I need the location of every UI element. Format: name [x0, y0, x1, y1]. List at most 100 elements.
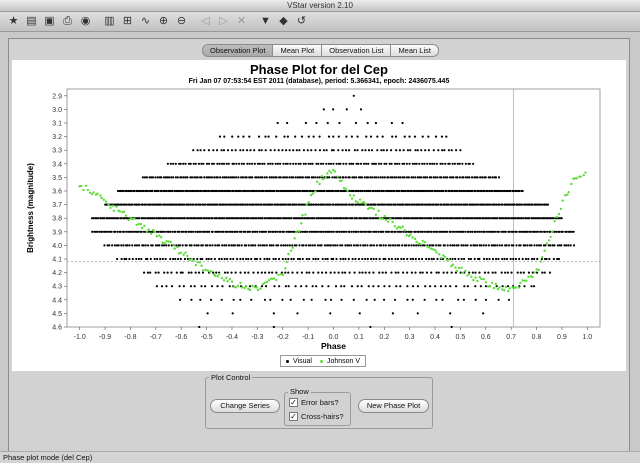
visual-point — [113, 230, 117, 233]
visual-point — [242, 135, 245, 138]
visual-point — [301, 257, 304, 261]
visual-point — [180, 176, 183, 179]
x-tick-label: 0.0 — [329, 334, 339, 341]
visual-point — [432, 244, 435, 247]
y-tick-label: 3.6 — [52, 189, 62, 196]
visual-point — [348, 271, 351, 274]
visual-point — [269, 149, 272, 152]
visual-point — [265, 257, 269, 261]
visual-point — [507, 244, 511, 247]
johnson-v-point — [234, 286, 238, 289]
visual-point — [304, 121, 308, 125]
visual-point — [451, 162, 454, 165]
visual-point — [165, 285, 168, 288]
visual-point — [240, 230, 243, 233]
johnson-v-point — [304, 213, 307, 216]
visual-point — [374, 203, 377, 206]
visual-point — [394, 230, 397, 233]
show-label: Show — [288, 387, 311, 396]
visual-point — [519, 271, 522, 274]
visual-point — [318, 135, 321, 138]
visual-point — [541, 271, 544, 274]
visual-point — [411, 162, 414, 165]
visual-point — [546, 203, 550, 206]
crosshairs-checkbox[interactable]: ✓ Cross-hairs? — [289, 412, 344, 421]
visual-point — [437, 203, 440, 206]
visual-point — [425, 271, 429, 274]
visual-point — [269, 162, 272, 165]
visual-point — [193, 244, 196, 247]
visual-point — [377, 203, 381, 206]
visual-point — [245, 176, 248, 179]
visual-point — [458, 176, 461, 179]
johnson-v-point — [567, 191, 570, 194]
visual-point — [181, 271, 184, 274]
visual-point — [113, 217, 117, 220]
visual-point — [390, 257, 394, 261]
new-phase-plot-button[interactable]: New Phase Plot — [358, 399, 429, 413]
johnson-v-point — [228, 277, 232, 281]
visual-point — [489, 176, 492, 179]
visual-point — [500, 244, 504, 247]
visual-point — [313, 244, 317, 247]
visual-point — [462, 230, 465, 233]
visual-point — [572, 230, 575, 233]
visual-point — [242, 149, 245, 152]
visual-point — [324, 298, 327, 301]
visual-point — [394, 244, 397, 247]
visual-point — [409, 257, 412, 261]
visual-point — [146, 271, 150, 274]
visual-point — [145, 176, 148, 179]
visual-point — [223, 257, 226, 261]
visual-point — [530, 285, 533, 288]
visual-point — [369, 230, 373, 233]
visual-point — [423, 162, 426, 165]
change-series-button[interactable]: Change Series — [210, 399, 280, 413]
visual-point — [454, 285, 458, 288]
johnson-v-point — [579, 175, 582, 178]
error-bars-checkbox[interactable]: ✓ Error bars? — [289, 398, 339, 407]
visual-point — [260, 271, 263, 274]
johnson-v-point — [326, 172, 329, 175]
johnson-v-point — [551, 230, 554, 233]
visual-point — [434, 285, 437, 288]
johnson-v-point — [555, 215, 559, 219]
visual-point — [200, 285, 203, 288]
visual-point — [366, 217, 369, 220]
visual-point — [383, 285, 386, 288]
visual-point — [414, 257, 417, 261]
visual-point — [479, 285, 482, 288]
johnson-v-point — [344, 187, 347, 191]
visual-point — [437, 271, 440, 274]
johnson-v-point — [517, 286, 520, 289]
visual-point — [327, 135, 331, 138]
visual-point — [364, 149, 367, 152]
x-tick-label: 0.8 — [532, 334, 542, 341]
visual-point — [469, 257, 473, 261]
visual-point — [569, 244, 572, 247]
visual-point — [333, 271, 336, 274]
visual-point — [390, 121, 393, 125]
visual-point — [388, 285, 391, 288]
visual-point — [509, 257, 512, 261]
johnson-v-point — [484, 281, 488, 284]
johnson-v-point — [333, 170, 337, 173]
visual-point — [339, 257, 342, 261]
visual-point — [199, 298, 202, 301]
visual-point — [408, 203, 411, 206]
johnson-v-point — [145, 230, 148, 233]
johnson-v-point — [194, 263, 198, 267]
visual-point — [210, 285, 214, 288]
visual-point — [146, 257, 149, 261]
visual-point — [399, 176, 402, 179]
visual-point — [168, 230, 172, 233]
johnson-v-point — [236, 284, 240, 288]
johnson-v-point — [575, 177, 579, 180]
visual-point — [531, 203, 534, 206]
visual-point — [558, 230, 561, 233]
visual-point — [245, 149, 249, 152]
visual-point — [339, 176, 342, 179]
visual-point — [365, 162, 368, 165]
johnson-v-point — [506, 289, 510, 293]
johnson-v-point — [378, 217, 382, 220]
